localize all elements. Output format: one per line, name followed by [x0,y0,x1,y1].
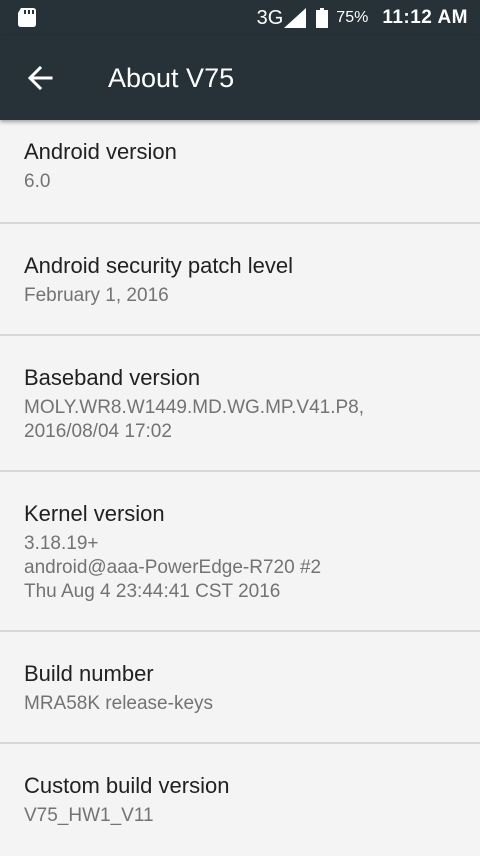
battery-icon [316,8,329,28]
list-item-security-patch-level[interactable]: Android security patch level February 1,… [0,224,480,336]
status-bar: 3G 75% 11:12 AM [0,0,480,36]
battery-percentage: 75% [336,9,369,26]
list-item-kernel-version[interactable]: Kernel version 3.18.19+ android@aaa-Powe… [0,472,480,632]
item-summary: MRA58K release-keys [24,693,214,714]
arrow-back-icon [27,65,53,91]
list-item-custom-build-version[interactable]: Custom build version V75_HW1_V11 [0,744,480,856]
item-title: Custom build version [24,773,230,798]
item-summary: 6.0 [24,171,51,192]
item-title: Build number [24,661,154,686]
item-title: Android version [24,139,177,164]
item-summary: MOLY.WR8.W1449.MD.WG.MP.V41.P8, 2016/08/… [24,397,364,442]
app-bar: About V75 [0,36,480,120]
signal-icon [284,8,307,28]
sd-card-icon [18,8,36,27]
list-item-build-number[interactable]: Build number MRA58K release-keys [0,632,480,744]
item-title: Baseband version [24,365,201,390]
network-type: 3G [256,6,284,29]
back-button[interactable] [16,54,64,102]
page-title: About V75 [108,63,235,93]
item-summary: V75_HW1_V11 [24,805,154,826]
about-list: Android version 6.0 Android security pat… [0,120,480,856]
list-item-android-version[interactable]: Android version 6.0 [0,120,480,224]
item-title: Android security patch level [24,253,294,278]
clock: 11:12 AM [382,7,468,28]
list-item-baseband-version[interactable]: Baseband version MOLY.WR8.W1449.MD.WG.MP… [0,336,480,472]
item-title: Kernel version [24,501,165,526]
item-summary: February 1, 2016 [24,285,169,306]
item-summary: 3.18.19+ android@aaa-PowerEdge-R720 #2 T… [24,533,322,602]
